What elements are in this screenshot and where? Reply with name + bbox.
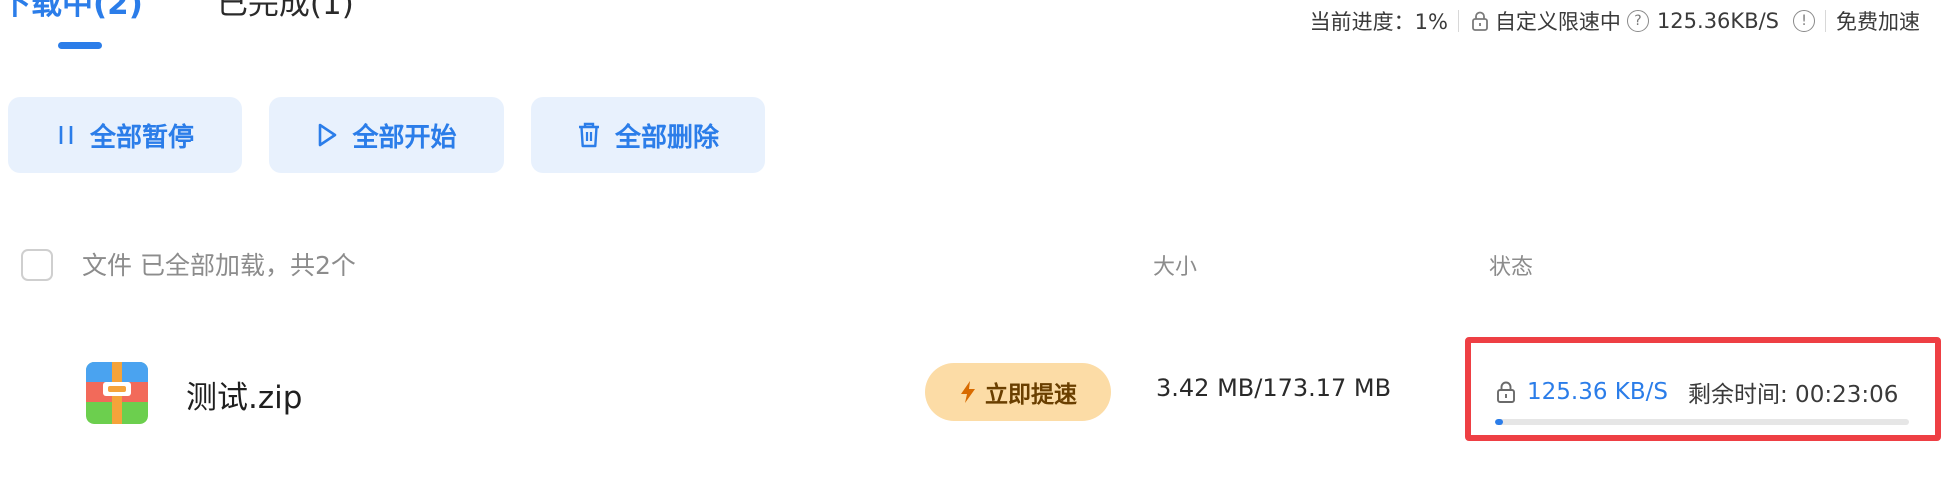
file-size: 3.42 MB/173.17 MB — [1156, 374, 1392, 402]
info-icon[interactable]: ! — [1793, 10, 1815, 32]
tab-downloading-label: 下载中(2) — [0, 0, 143, 22]
lock-icon — [1469, 10, 1491, 32]
zip-file-icon — [86, 362, 148, 424]
download-manager: 下载中(2) 已完成(1) 当前进度：1% 自定义限速中 ? 125.36KB/… — [0, 0, 1948, 477]
top-status-bar: 当前进度：1% 自定义限速中 ? 125.36KB/S ! 免费加速 — [1310, 6, 1920, 36]
file-column-header: 文件 已全部加载，共2个 — [82, 251, 356, 280]
free-boost-link[interactable]: 免费加速 — [1836, 6, 1920, 36]
download-progress-bar — [1495, 419, 1909, 425]
active-tab-indicator — [58, 42, 102, 49]
pause-icon — [56, 123, 76, 147]
divider — [1457, 10, 1459, 32]
file-list-header: 文件 已全部加载，共2个 大小 状态 — [0, 245, 1948, 285]
file-name: 测试.zip — [186, 380, 303, 416]
pause-all-button[interactable]: 全部暂停 — [8, 97, 242, 173]
action-toolbar: 全部暂停 全部开始 全部删除 — [8, 97, 792, 173]
tab-completed-label: 已完成(1) — [216, 0, 354, 22]
delete-all-label: 全部删除 — [614, 122, 719, 153]
top-speed-value: 125.36KB/S — [1656, 9, 1779, 33]
remaining-time: 剩余时间: 00:23:06 — [1688, 382, 1899, 408]
boost-now-label: 立即提速 — [985, 382, 1077, 408]
tab-downloading[interactable]: 下载中(2) — [0, 0, 143, 49]
progress-text: 当前进度：1% — [1309, 10, 1448, 34]
speed-limit-label[interactable]: 自定义限速中 — [1495, 6, 1621, 36]
status-highlight-box: 125.36 KB/S 剩余时间: 00:23:06 — [1465, 337, 1941, 441]
tab-bar: 下载中(2) 已完成(1) — [0, 0, 428, 64]
lightning-icon — [959, 380, 977, 404]
tab-completed[interactable]: 已完成(1) — [217, 0, 354, 24]
divider — [1825, 10, 1826, 32]
trash-icon — [577, 121, 601, 149]
delete-all-button[interactable]: 全部删除 — [531, 97, 765, 173]
boost-now-button[interactable]: 立即提速 — [925, 363, 1111, 421]
select-all-checkbox[interactable] — [21, 249, 53, 281]
play-icon — [316, 122, 338, 148]
pause-all-label: 全部暂停 — [89, 122, 194, 153]
size-column-header: 大小 — [1153, 255, 1198, 280]
file-row[interactable]: 测试.zip 立即提速 3.42 MB/173.17 MB 125.36 KB/… — [0, 337, 1948, 450]
status-column-header: 状态 — [1489, 255, 1534, 280]
help-icon[interactable]: ? — [1626, 10, 1649, 32]
download-progress-fill — [1495, 419, 1504, 425]
start-all-button[interactable]: 全部开始 — [269, 97, 504, 173]
download-speed: 125.36 KB/S — [1527, 379, 1668, 405]
download-status: 125.36 KB/S 剩余时间: 00:23:06 — [1495, 375, 1898, 409]
start-all-label: 全部开始 — [352, 122, 457, 153]
lock-icon — [1495, 380, 1517, 404]
